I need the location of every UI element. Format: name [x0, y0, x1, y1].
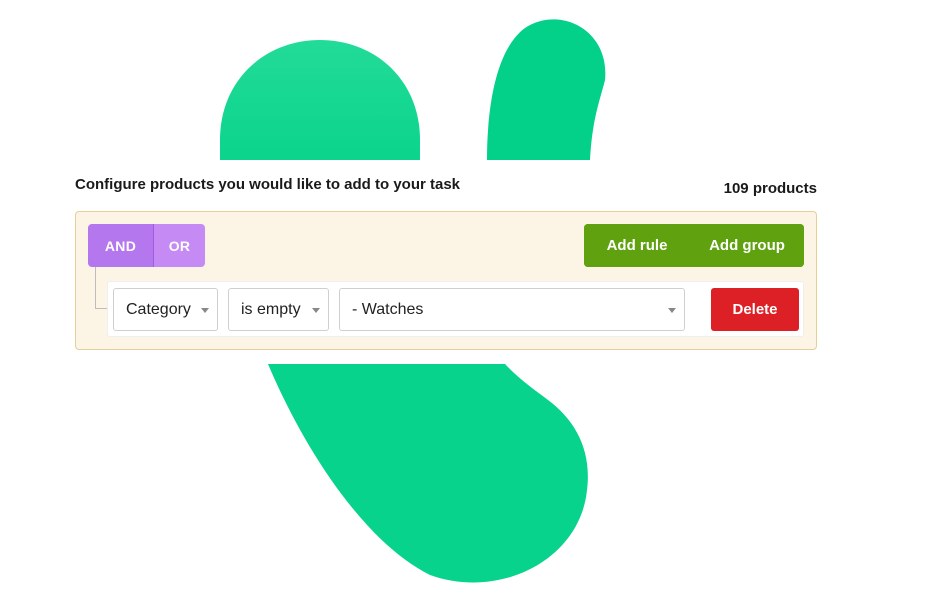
and-button[interactable]: AND: [88, 224, 153, 267]
caret-down-icon: [201, 308, 209, 313]
value-select[interactable]: - Watches: [339, 288, 685, 331]
caret-down-icon: [312, 308, 320, 313]
or-button[interactable]: OR: [153, 224, 205, 267]
dome-shape: [220, 40, 420, 160]
rule-connector-line: [95, 267, 107, 309]
teardrop-shape: [487, 19, 606, 161]
caret-down-icon: [668, 308, 676, 313]
delete-rule-button[interactable]: Delete: [711, 288, 799, 331]
action-button-group: Add rule Add group: [584, 224, 804, 267]
query-builder: AND OR Add rule Add group Category is em…: [75, 211, 817, 350]
add-group-button[interactable]: Add group: [690, 224, 804, 267]
value-select-value: - Watches: [352, 300, 424, 318]
operator-select[interactable]: is empty: [228, 288, 329, 331]
field-select-value: Category: [126, 300, 191, 318]
field-select[interactable]: Category: [113, 288, 218, 331]
add-rule-button[interactable]: Add rule: [584, 224, 690, 267]
page-title: Configure products you would like to add…: [75, 176, 461, 193]
product-count: 109 products: [723, 180, 817, 197]
drop-shape: [268, 364, 588, 583]
rule-row: Category is empty - Watches Delete: [107, 281, 804, 337]
logic-toggle-group: AND OR: [88, 224, 205, 267]
operator-select-value: is empty: [241, 300, 301, 318]
